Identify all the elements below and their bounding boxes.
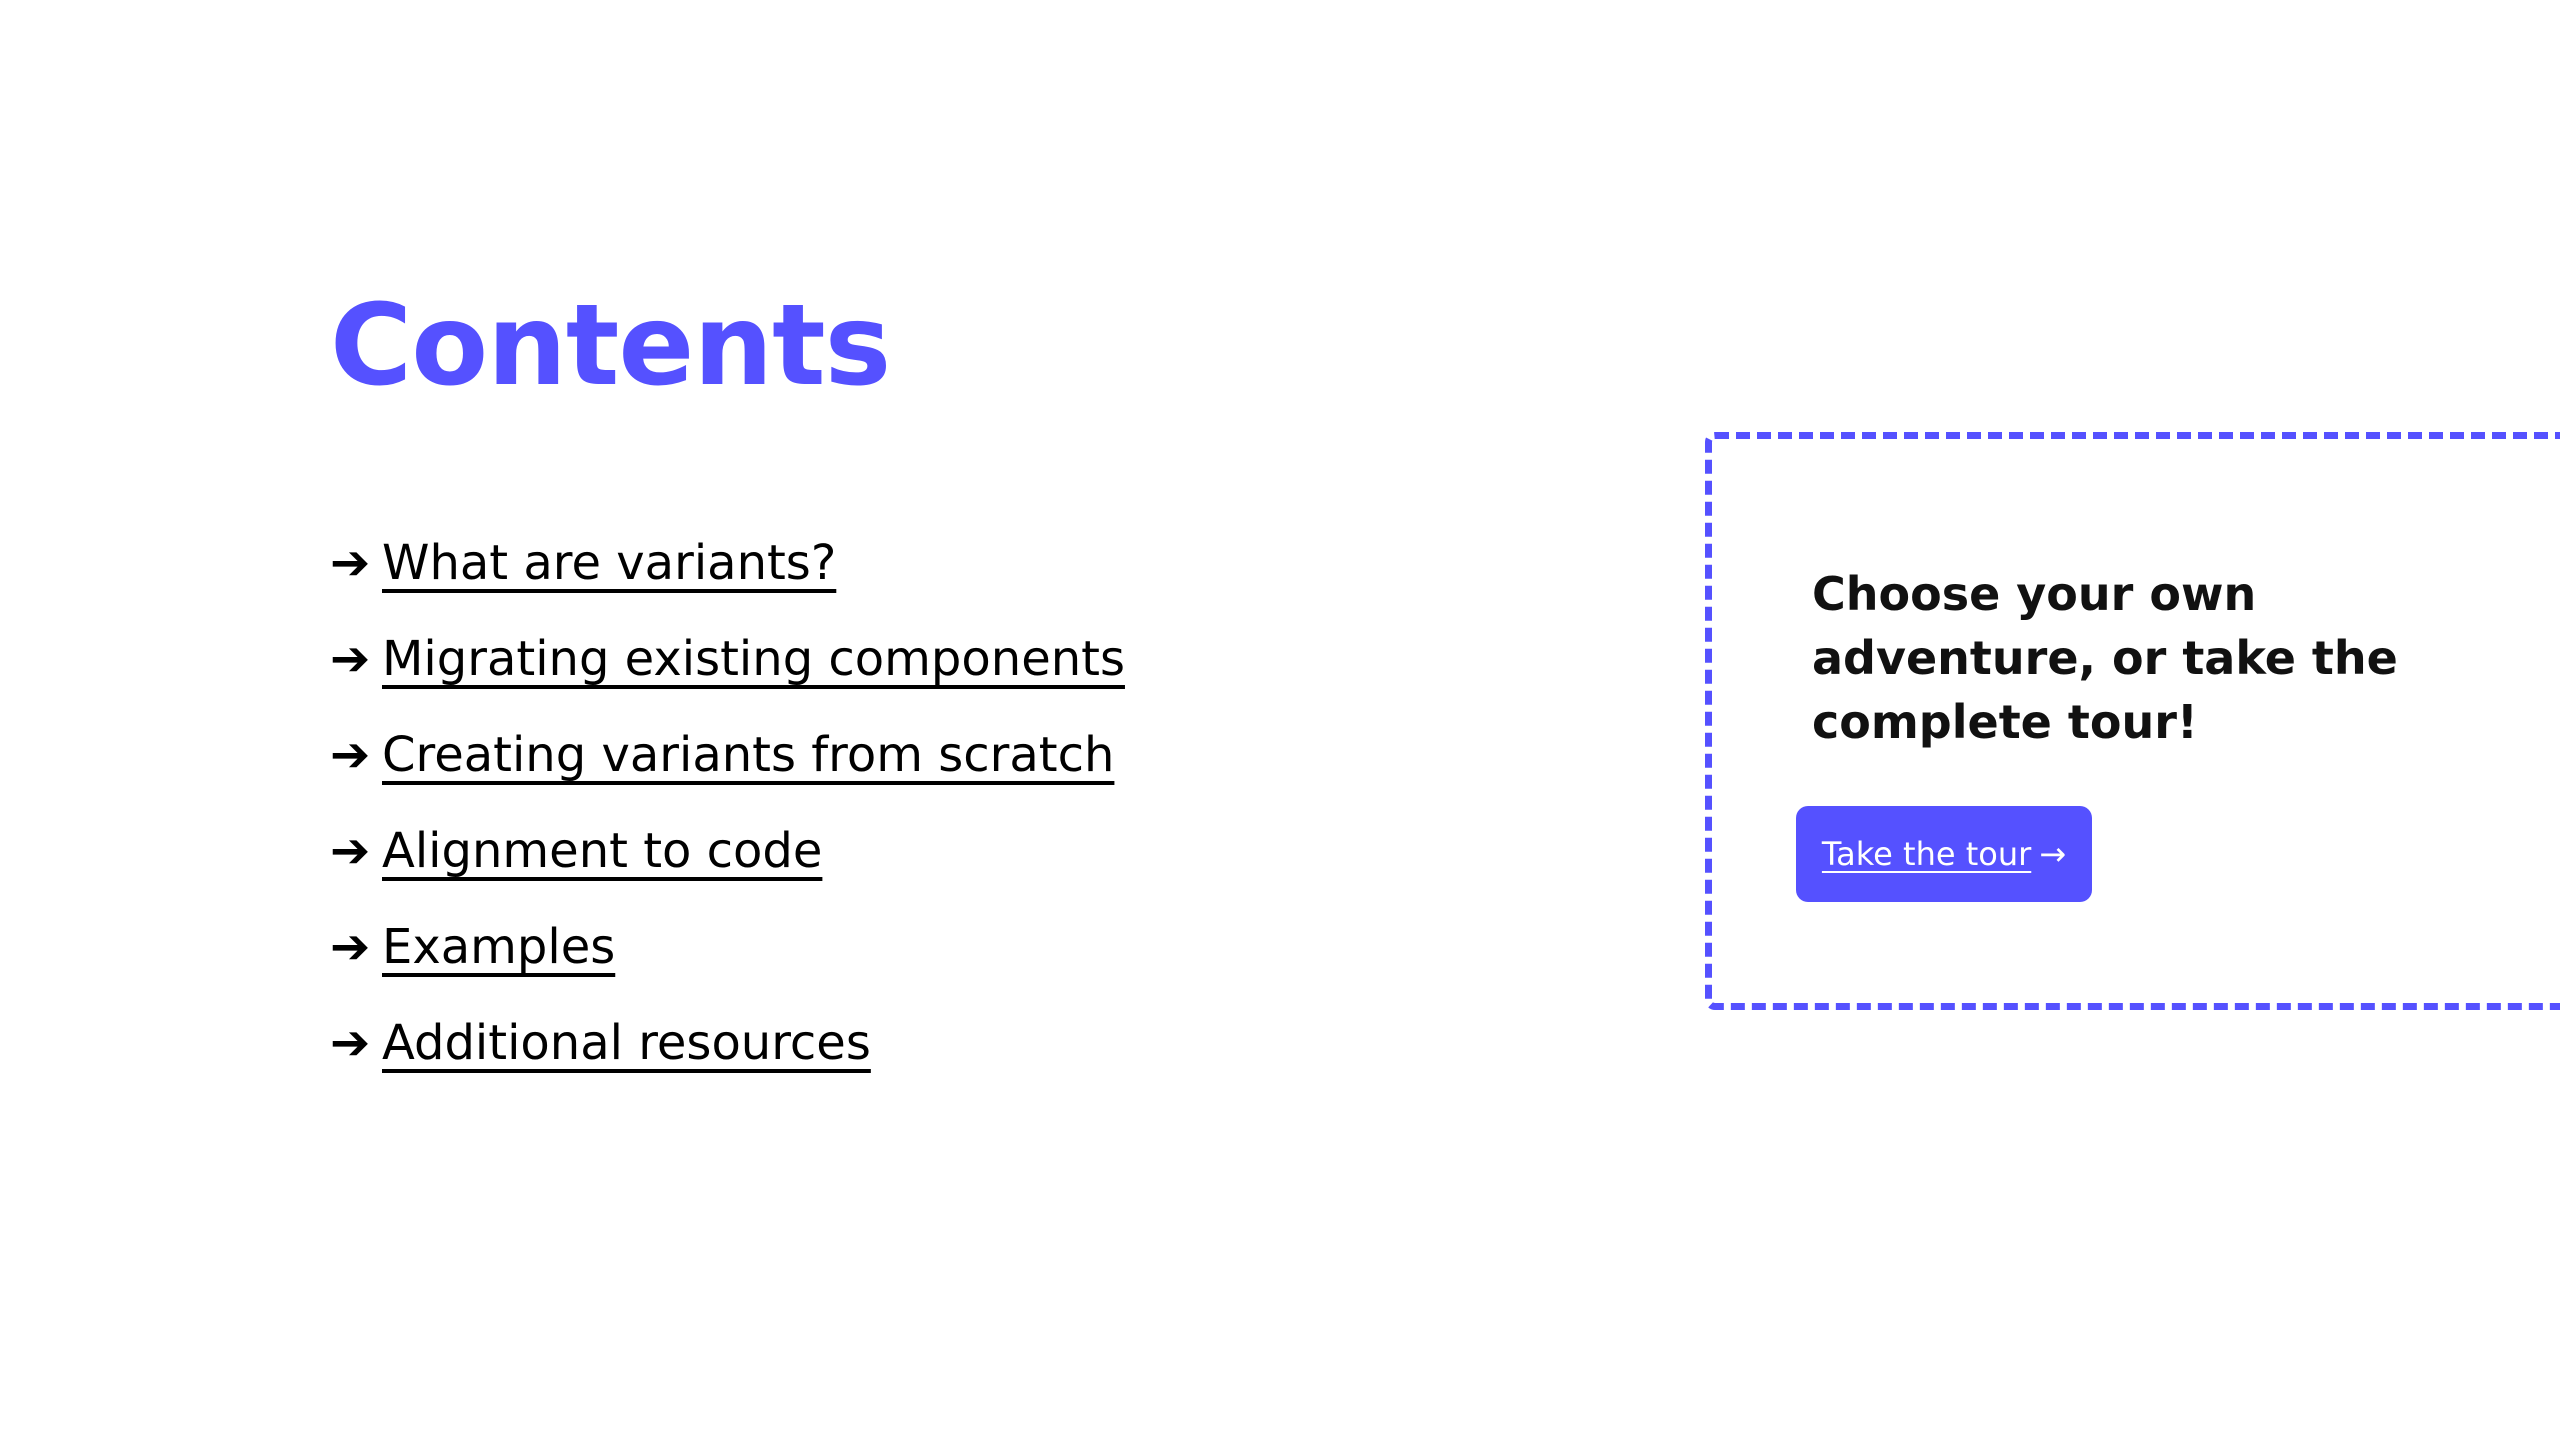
toc-link-examples[interactable]: Examples [382,923,615,971]
arrow-right-icon: ➔ [330,727,371,783]
arrow-right-icon: ➔ [330,631,371,687]
toc-link-creating-variants-from-scratch[interactable]: Creating variants from scratch [382,731,1114,779]
toc-link-what-are-variants[interactable]: What are variants? [382,539,836,587]
toc-item-alignment-to-code: ➔ Alignment to code [330,803,1125,899]
arrow-right-icon: ➔ [330,823,371,879]
arrow-right-icon: ➔ [330,919,371,975]
toc-item-what-are-variants: ➔ What are variants? [330,515,1125,611]
toc-link-migrating-existing-components[interactable]: Migrating existing components [382,635,1125,683]
toc-item-migrating-existing-components: ➔ Migrating existing components [330,611,1125,707]
arrow-right-icon: → [2039,835,2067,873]
take-the-tour-button[interactable]: Take the tour → [1796,806,2092,902]
arrow-right-icon: ➔ [330,1015,371,1071]
table-of-contents: ➔ What are variants? ➔ Migrating existin… [330,515,1125,1091]
toc-item-additional-resources: ➔ Additional resources [330,995,1125,1091]
toc-item-creating-variants-from-scratch: ➔ Creating variants from scratch [330,707,1125,803]
adventure-callout-text: Choose your own adventure, or take the c… [1812,567,2398,749]
page-title: Contents [330,281,891,411]
toc-item-examples: ➔ Examples [330,899,1125,995]
take-the-tour-label: Take the tour [1821,835,2032,873]
arrow-right-icon: ➔ [330,535,371,591]
toc-link-alignment-to-code[interactable]: Alignment to code [382,827,822,875]
toc-link-additional-resources[interactable]: Additional resources [382,1019,871,1067]
